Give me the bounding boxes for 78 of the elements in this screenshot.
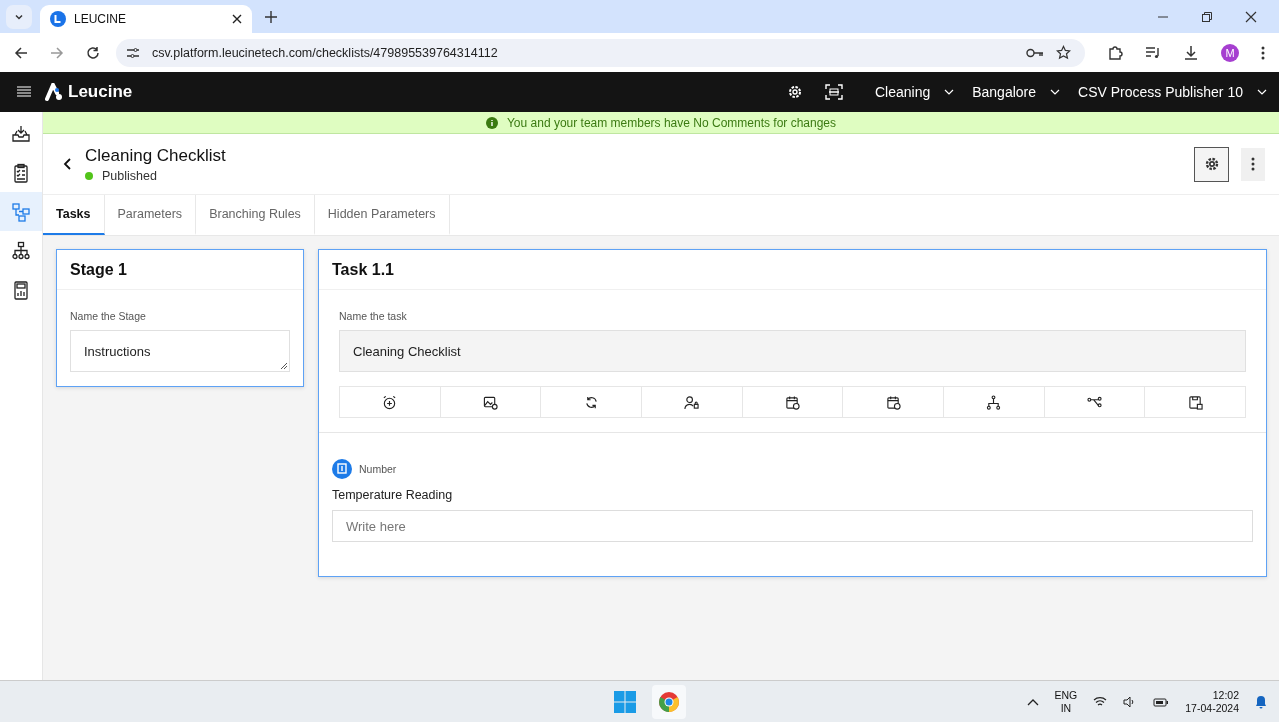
field-label: Name the Stage	[70, 310, 147, 322]
header-dropdown[interactable]: CSV Process Publisher 10	[1060, 84, 1267, 100]
new-tab-icon[interactable]	[265, 10, 277, 23]
stage-title: Stage 1	[70, 260, 127, 279]
caret-icon	[1050, 89, 1061, 95]
number-type-icon	[332, 459, 352, 479]
star-icon[interactable]	[1056, 45, 1071, 60]
clock-time[interactable]: 12:02	[1212, 688, 1239, 702]
resize-handle-icon[interactable]	[280, 362, 287, 369]
flowchart-icon	[11, 201, 31, 222]
report-icon	[11, 279, 31, 300]
restore-icon[interactable]	[1201, 10, 1213, 23]
inbox-icon	[11, 123, 31, 144]
clipboard-icon	[11, 162, 31, 183]
task-name-field[interactable]: Cleaning Checklist	[339, 330, 1246, 372]
alarm-icon	[382, 394, 398, 410]
reload-icon[interactable]	[86, 45, 100, 60]
browser-tab[interactable]: LEUCINE	[40, 5, 252, 33]
stage-card[interactable]: Stage 1 Name the Stage Instructions	[56, 249, 304, 387]
address-bar[interactable]: csv.platform.leucinetech.com/checklists/479895539764314112	[116, 38, 1085, 67]
media-icon[interactable]	[1145, 45, 1161, 60]
url-text: csv.platform.leucinetech.com/checklists/479895539764314112	[152, 45, 498, 60]
logo-text: Leucine	[68, 82, 133, 102]
info-icon	[485, 116, 498, 129]
menu-icon[interactable]	[17, 86, 31, 98]
user-lock-icon	[684, 394, 700, 410]
status-dot	[85, 171, 93, 180]
region-text[interactable]: IN	[1060, 701, 1072, 715]
windows-start-icon[interactable]	[614, 690, 636, 713]
scan-icon[interactable]	[824, 84, 843, 100]
chevron-up-icon[interactable]	[1026, 697, 1039, 706]
language-text[interactable]: ENG	[1054, 688, 1078, 702]
parameter-input[interactable]: Write here	[332, 510, 1253, 542]
forward-icon[interactable]	[50, 45, 64, 60]
banner-text: You and your team members have No Comments for changes	[506, 115, 837, 130]
back-icon[interactable]	[14, 45, 28, 60]
caret-icon	[1257, 89, 1267, 95]
tab-title: LEUCINE	[74, 12, 127, 26]
hierarchy-icon	[986, 394, 1002, 410]
task-title: Task 1.1	[332, 260, 394, 279]
file-lock-icon	[1187, 394, 1203, 410]
parameter-label: Temperature Reading	[332, 488, 454, 502]
header-dropdown[interactable]: Bangalore	[954, 84, 1061, 100]
status-text: Published	[102, 168, 157, 183]
app-logo-icon	[50, 11, 66, 27]
settings-button[interactable]	[1194, 146, 1229, 182]
field-label: Name the task	[339, 310, 408, 322]
extensions-icon[interactable]	[1107, 44, 1123, 61]
image-icon	[483, 394, 498, 410]
logo-icon	[45, 83, 63, 101]
more-icon	[1251, 157, 1255, 171]
browser-taskbar-button[interactable]	[652, 684, 686, 719]
clock-date[interactable]: 17-04-2024	[1185, 701, 1239, 715]
refresh-icon	[583, 394, 599, 410]
caret-icon	[944, 89, 955, 95]
stage-name-field[interactable]: Instructions	[70, 330, 290, 372]
header-dropdown[interactable]: Cleaning	[856, 84, 955, 100]
notification-bell-icon[interactable]	[1255, 694, 1267, 709]
calendar-clock-icon	[885, 394, 901, 410]
checklist-title: Cleaning Checklist	[85, 145, 226, 166]
tab[interactable]: Tasks	[43, 195, 105, 235]
key-icon[interactable]	[1026, 46, 1044, 59]
calendar-sync-icon	[785, 394, 800, 410]
settings-icon	[1203, 156, 1220, 172]
wifi-icon[interactable]	[1093, 695, 1108, 708]
back-icon[interactable]	[63, 158, 73, 170]
settings-icon[interactable]	[786, 84, 803, 100]
close-icon[interactable]	[1245, 10, 1257, 23]
branch-icon	[1087, 394, 1103, 410]
hierarchy-icon	[11, 240, 31, 261]
browser-icon	[658, 690, 680, 713]
profile-avatar[interactable]: M	[1221, 43, 1239, 62]
more-icon[interactable]	[1261, 45, 1265, 60]
close-icon[interactable]	[232, 14, 242, 24]
site-settings-icon[interactable]	[126, 45, 140, 60]
battery-icon[interactable]	[1153, 696, 1170, 707]
download-icon[interactable]	[1183, 44, 1199, 61]
parameter-type: Number	[359, 463, 397, 475]
